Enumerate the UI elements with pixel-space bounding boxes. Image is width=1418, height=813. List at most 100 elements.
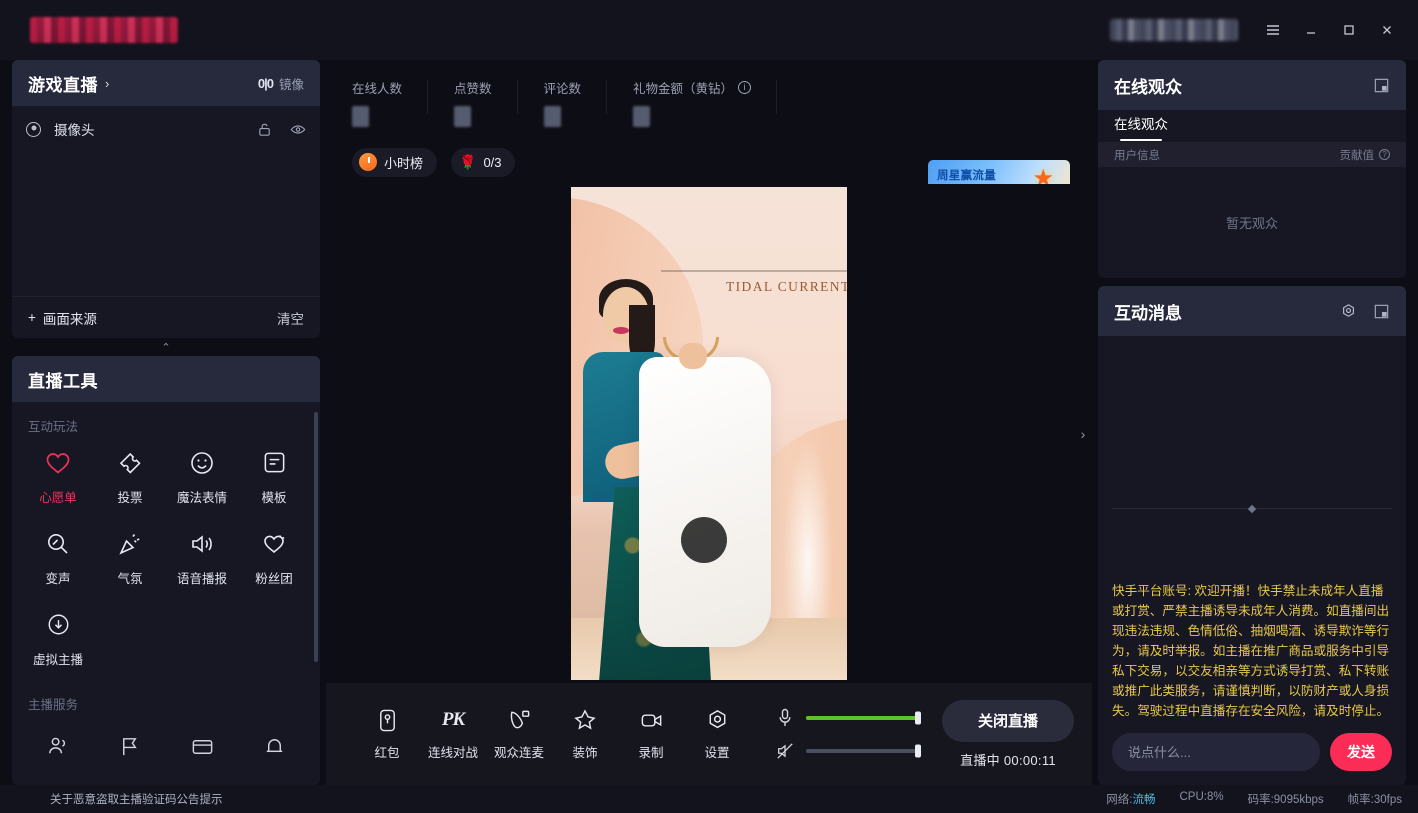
toolbar-audience-mic[interactable]: 观众连麦 — [486, 707, 552, 761]
toolbar-decoration[interactable]: 装饰 — [552, 707, 618, 761]
tab-online-viewers[interactable]: 在线观众 — [1114, 113, 1168, 141]
speaker-muted-icon[interactable] — [776, 742, 794, 760]
send-button[interactable]: 发送 — [1330, 733, 1392, 771]
stop-live-button[interactable]: 关闭直播 — [942, 699, 1074, 742]
add-source-button[interactable]: + 画面来源 — [28, 308, 97, 328]
decoration-icon — [573, 707, 597, 733]
stat-comments: 评论数 — [543, 78, 608, 127]
account-info[interactable] — [1110, 19, 1238, 41]
toolbar-settings[interactable]: 设置 — [684, 707, 750, 761]
microphone-slider[interactable] — [806, 711, 921, 725]
tool-label: 投票 — [117, 491, 143, 505]
card-icon — [189, 733, 216, 760]
messages-divider — [1112, 508, 1392, 509]
video-person-lips — [613, 327, 629, 334]
column-contribution-label: 贡献值 — [1339, 149, 1375, 162]
panel-collapse-arrow[interactable]: › — [1074, 410, 1092, 458]
speaker-slider-row[interactable] — [776, 742, 921, 760]
tool-host-service-1[interactable] — [22, 733, 94, 760]
source-actions — [257, 122, 306, 137]
heart-icon — [45, 449, 72, 476]
tool-virtual-host[interactable]: 虚拟主播 — [22, 611, 94, 668]
scene-panel-header[interactable]: 游戏直播 › 0|0 镜像 — [12, 60, 320, 106]
fans-heart-icon — [261, 530, 288, 557]
stat-value — [543, 106, 561, 127]
promo-line-1: 周星赢流量 — [937, 170, 996, 182]
smiley-icon — [189, 449, 216, 476]
scene-source-list: 摄像头 — [12, 112, 320, 296]
settings-gear-icon[interactable] — [1340, 303, 1357, 320]
right-sidebar: 在线观众 在线观众 用户信息 贡献值 ? 暂无观众 互动消息 快手平台账号: 欢… — [1092, 60, 1418, 785]
scene-title: 游戏直播 — [28, 75, 98, 95]
tool-host-service-3[interactable] — [166, 733, 238, 760]
tool-host-service-2[interactable] — [94, 733, 166, 760]
live-tools-header: 直播工具 — [12, 356, 320, 402]
unlock-icon[interactable] — [257, 122, 272, 137]
tool-atmosphere[interactable]: 气氛 — [94, 530, 166, 587]
stats-bar: 在线人数 点赞数 评论数 礼物金额（黄钻） i 周星赢流量 ★ — [326, 60, 1092, 210]
hourly-rank-badge[interactable]: 小时榜 — [352, 147, 438, 177]
online-viewers-actions — [1373, 77, 1390, 94]
help-icon[interactable]: ? — [1379, 149, 1390, 160]
red-packet-icon — [376, 707, 399, 733]
scene-collapse-handle[interactable]: ⌃ — [12, 338, 320, 356]
camera-icon — [26, 121, 41, 137]
chevron-right-icon[interactable]: › — [105, 76, 109, 91]
eye-icon[interactable] — [290, 122, 306, 137]
tool-wishlist[interactable]: 心愿单 — [22, 449, 94, 506]
popout-icon[interactable] — [1373, 303, 1390, 320]
tool-host-service-4[interactable] — [238, 733, 310, 760]
bottom-toolbar: 红包 PK 连线对战 观众连麦 装饰 录制 设置 关闭直播 直播中 00:00:… — [326, 683, 1092, 785]
microphone-slider-row[interactable] — [776, 708, 921, 728]
rose-icon: 🌹 — [459, 153, 477, 170]
tool-magic-emoji[interactable]: 魔法表情 — [166, 449, 238, 506]
tool-fan-club[interactable]: 粉丝团 — [238, 530, 310, 587]
toolbar-label: 连线对战 — [427, 746, 478, 760]
pk-icon: PK — [441, 709, 465, 730]
video-preview-area[interactable]: TIDAL CURRENT › — [326, 184, 1092, 683]
tool-grid-row3: 虚拟主播 — [12, 611, 320, 668]
tool-vote[interactable]: 投票 — [94, 449, 166, 506]
column-user-info: 用户信息 — [1114, 149, 1160, 162]
messages-list[interactable]: 快手平台账号: 欢迎开播！快手禁止未成年人直播或打赏、严禁主播诱导未成年人消费。… — [1098, 336, 1406, 729]
network-value: 流畅 — [1132, 794, 1156, 806]
tool-template[interactable]: 模板 — [238, 449, 310, 506]
messages-actions — [1340, 303, 1390, 320]
bitrate: 码率:9095kbps — [1247, 794, 1324, 806]
list-item[interactable]: 摄像头 — [12, 112, 320, 146]
message-composer: 发送 — [1098, 729, 1406, 785]
toolbar-label: 观众连麦 — [493, 746, 544, 760]
info-icon[interactable]: i — [738, 81, 752, 94]
rose-task-badge[interactable]: 🌹 0/3 — [451, 147, 515, 177]
minimize-button[interactable] — [1294, 13, 1328, 47]
tools-scrollbar[interactable] — [314, 412, 318, 662]
tool-voice-changer[interactable]: 变声 — [22, 530, 94, 587]
status-notice[interactable]: 关于恶意盗取主播验证码公告提示 — [50, 791, 223, 807]
live-tools-body: 互动玩法 心愿单 投票 魔法表情 模板 变声 气氛 语音播报 粉丝团 虚拟主播 … — [12, 402, 320, 785]
system-message: 快手平台账号: 欢迎开播！快手禁止未成年人直播或打赏、严禁主播诱导未成年人消费。… — [1112, 584, 1390, 718]
toolbar-record[interactable]: 录制 — [618, 707, 684, 761]
tool-label: 魔法表情 — [176, 491, 227, 505]
live-timer: 直播中 00:00:11 — [960, 750, 1056, 769]
tool-label: 虚拟主播 — [32, 653, 83, 667]
toolbar-pk-battle[interactable]: PK 连线对战 — [420, 707, 486, 761]
microphone-icon[interactable] — [776, 708, 794, 728]
hourly-rank-label: 小时榜 — [384, 155, 424, 171]
source-name: 摄像头 — [54, 123, 95, 138]
toolbar-red-packet[interactable]: 红包 — [354, 707, 420, 761]
mirror-toggle[interactable]: 0|0 镜像 — [258, 74, 304, 93]
close-button[interactable] — [1370, 13, 1404, 47]
hamburger-menu-icon[interactable] — [1256, 13, 1290, 47]
cpu-usage: CPU:8% — [1179, 791, 1224, 803]
tool-voice-broadcast[interactable]: 语音播报 — [166, 530, 238, 587]
clear-sources-button[interactable]: 清空 — [277, 308, 304, 328]
flag-icon — [117, 733, 144, 760]
maximize-button[interactable] — [1332, 13, 1366, 47]
popout-icon[interactable] — [1373, 77, 1390, 94]
speaker-slider[interactable] — [806, 744, 921, 758]
tool-label: 心愿单 — [39, 491, 77, 505]
video-preview[interactable]: TIDAL CURRENT — [571, 187, 847, 680]
message-input[interactable] — [1112, 733, 1320, 771]
main-body: 游戏直播 › 0|0 镜像 摄像头 + 画面来源 清空 ⌃ 直播工具 互动玩法 … — [0, 60, 1418, 785]
stat-value — [633, 106, 651, 127]
